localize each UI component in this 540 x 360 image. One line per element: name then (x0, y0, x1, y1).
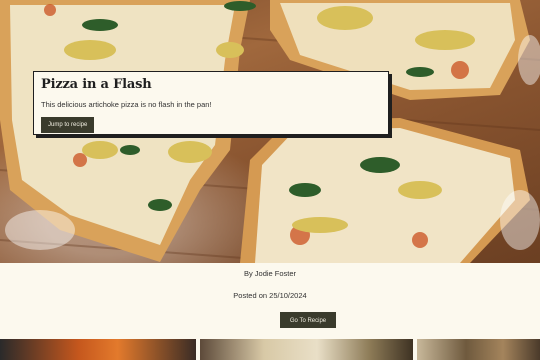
post-meta: By Jodie Foster Posted on 25/10/2024 Go … (0, 263, 540, 339)
recipe-thumbnail-3[interactable] (417, 339, 540, 360)
jump-to-recipe-button[interactable]: Jump to recipe (41, 117, 95, 133)
hero-title: Pizza in a Flash (41, 77, 152, 92)
recipe-thumbnails (0, 339, 540, 360)
author-name: By Jodie Foster (243, 269, 297, 278)
recipe-thumbnail-1[interactable] (0, 339, 196, 360)
hero-subtitle: This delicious artichoke pizza is no fla… (41, 100, 212, 109)
hero-card: Pizza in a Flash This delicious artichok… (33, 71, 389, 135)
hero-image: Pizza in a Flash This delicious artichok… (0, 0, 540, 263)
post-date: Posted on 25/10/2024 (233, 291, 307, 300)
go-to-recipe-button[interactable]: Go To Recipe (280, 312, 336, 328)
recipe-thumbnail-2[interactable] (200, 339, 413, 360)
